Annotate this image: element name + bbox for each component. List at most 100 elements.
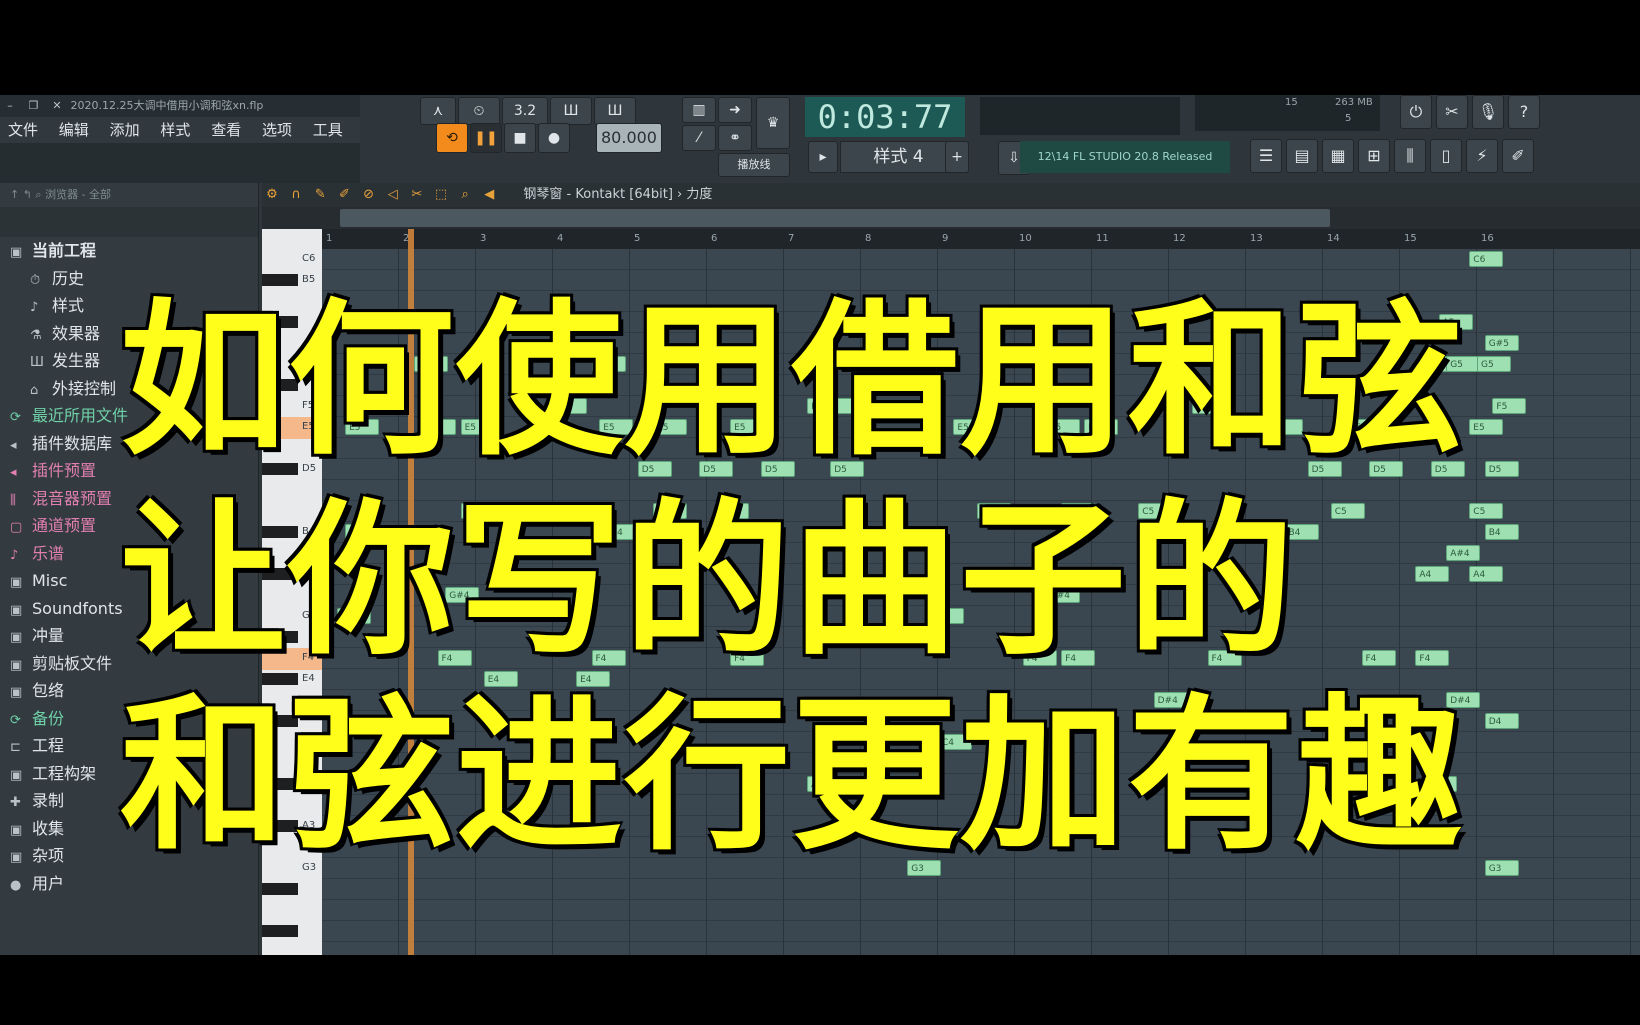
bar-number: 7 <box>788 233 795 244</box>
browser-item-label: 用户 <box>32 873 65 893</box>
pattern-selector[interactable]: 样式 4 <box>840 141 957 173</box>
browser-item-label: 当前工程 <box>32 241 97 260</box>
browser-item-label: 剪贴板文件 <box>32 653 113 673</box>
menu-edit[interactable]: 编辑 <box>59 121 89 139</box>
piano-roll-target[interactable]: 力度 <box>686 187 712 202</box>
piano-icon[interactable]: ▥ <box>682 97 716 123</box>
user-icon: ● <box>10 877 22 893</box>
piano-roll-icon[interactable]: ▦ <box>1322 139 1354 173</box>
news-panel[interactable]: 12\14 FL STUDIO 20.8 Released <box>1020 141 1230 173</box>
channel-rack-icon[interactable]: ▤ <box>1286 139 1318 173</box>
title-bar: – ❐ ✕ 2020.12.25大调中借用小调和弦xn.flp <box>0 95 360 117</box>
play-pause-button[interactable]: ❚❚ <box>470 123 502 153</box>
menu-tools[interactable]: 工具 <box>313 121 343 139</box>
browser-header: ↑ ↰ ⌕ 浏览器 - 全部 <box>10 188 112 201</box>
history-icon: ⏱ <box>30 272 41 288</box>
record-button[interactable]: ● <box>538 123 570 153</box>
bar-number: 9 <box>942 233 949 244</box>
gen-icon: Ш <box>30 355 44 370</box>
power-icon[interactable]: ⏻ <box>1400 95 1432 129</box>
browser-item-label: 样式 <box>52 296 85 315</box>
ctrl-icon: ⌂ <box>30 382 39 398</box>
bar-number: 12 <box>1173 233 1186 244</box>
folder-icon: ▣ <box>10 575 23 590</box>
scrollbar-thumb[interactable] <box>340 209 1330 227</box>
loop-record-icon[interactable]: Ш <box>550 97 592 125</box>
delete-tool-icon[interactable]: ⊘ <box>359 183 379 207</box>
tempo-tap-icon[interactable]: ✐ <box>1502 139 1534 173</box>
browser-icon[interactable]: ⊞ <box>1358 139 1390 173</box>
browser-item-label: 杂项 <box>32 846 65 865</box>
pattern-add-icon[interactable]: + <box>945 141 969 173</box>
browser-item-label: 乐谱 <box>32 543 65 563</box>
recent-icon: ⟳ <box>10 712 21 728</box>
plugin-icon[interactable]: ⚡ <box>1466 139 1498 173</box>
speaker-icon[interactable]: ◀ <box>479 183 499 207</box>
select-tool-icon[interactable]: ⬚ <box>431 183 451 207</box>
close-icon[interactable]: ✕ <box>47 95 67 117</box>
file-icon[interactable]: ▯ <box>1430 139 1462 173</box>
note-icon: ♪ <box>10 547 19 563</box>
bar-number: 5 <box>634 233 641 244</box>
memory-readout: 263 MB <box>1335 97 1373 108</box>
blend-record-icon[interactable]: Ш <box>594 97 636 125</box>
bar-number: 4 <box>557 233 564 244</box>
folder-icon: ▣ <box>10 245 23 260</box>
wait-input-icon[interactable]: ⏲ <box>458 97 500 125</box>
stop-button[interactable]: ■ <box>504 123 536 153</box>
metronome-icon[interactable]: ⋏ <box>420 97 456 125</box>
menu-patterns[interactable]: 样式 <box>160 121 190 139</box>
browser-item-label: 包络 <box>32 681 65 700</box>
browser-item-label: 发生器 <box>52 351 101 370</box>
browser-item-label: 备份 <box>32 708 65 728</box>
bar-number: 13 <box>1250 233 1263 244</box>
wrench-icon[interactable]: ⚙ <box>262 183 282 207</box>
menu-view[interactable]: 查看 <box>211 121 241 139</box>
link-icon[interactable]: ⚭ <box>718 125 752 151</box>
browser-item-label: 录制 <box>32 791 65 810</box>
menu-file[interactable]: 文件 <box>8 121 38 139</box>
bar-number: 16 <box>1481 233 1494 244</box>
snap-selector[interactable]: 播放线 <box>718 153 790 177</box>
browser-item-label: 外接控制 <box>52 378 117 398</box>
magnet-icon[interactable]: ∩ <box>286 183 306 207</box>
bar-number: 1 <box>326 233 333 244</box>
browser-item-label: 插件数据库 <box>32 433 113 453</box>
mixer-icon: ⫼ <box>10 492 16 508</box>
mute-tool-icon[interactable]: ◁ <box>383 183 403 207</box>
playlist-icon[interactable]: ☰ <box>1250 139 1282 173</box>
song-time-display[interactable]: 0:03:77 <box>805 97 965 137</box>
mixer-icon[interactable]: ⫼ <box>1394 139 1426 173</box>
headline-line-3: 和弦进行更加有趣 <box>120 680 1464 873</box>
pencil-icon[interactable]: ⁄ <box>682 125 716 151</box>
project-file-title: 2020.12.25大调中借用小调和弦xn.flp <box>70 99 264 112</box>
pattern-prev-icon[interactable]: ▸ <box>808 141 838 173</box>
performance-meter: 15 263 MB 5 <box>1195 95 1380 131</box>
user-icon[interactable]: ♛ <box>756 97 790 149</box>
zoom-tool-icon[interactable]: ⌕ <box>455 183 475 207</box>
window-tools: ☰ ▤ ▦ ⊞ ⫼ ▯ ⚡ ✐ <box>1250 139 1538 179</box>
record-icon: ✚ <box>10 795 21 810</box>
cut-icon[interactable]: ✂ <box>1436 95 1468 129</box>
bar-number: 11 <box>1096 233 1109 244</box>
restore-icon[interactable]: ❐ <box>24 95 44 117</box>
minimize-icon[interactable]: – <box>0 95 20 117</box>
top-right-tools: ⏻ ✂ 🎙? <box>1400 95 1544 135</box>
arrow-right-icon[interactable]: ➜ <box>718 97 752 123</box>
step-mode-button[interactable]: 3.2 <box>502 97 548 125</box>
slice-tool-icon[interactable]: ✂ <box>407 183 427 207</box>
menu-options[interactable]: 选项 <box>262 121 292 139</box>
pencil-tool-icon[interactable]: ✎ <box>310 183 330 207</box>
bar-number: 3 <box>480 233 487 244</box>
mic-icon[interactable]: 🎙 <box>1472 95 1504 129</box>
tempo-display[interactable]: 80.000 <box>596 123 662 153</box>
browser-item-label: 工程构架 <box>32 763 97 783</box>
help-icon[interactable]: ? <box>1508 95 1540 129</box>
brush-icon[interactable]: ✐ <box>334 183 354 207</box>
black-key[interactable] <box>262 883 298 895</box>
pattern-song-toggle[interactable]: ⟲ <box>436 123 468 153</box>
black-key[interactable] <box>262 925 298 937</box>
fx-icon: ⚗ <box>30 327 42 343</box>
menu-add[interactable]: 添加 <box>110 121 140 139</box>
browser-item-label: 通道预置 <box>32 516 97 535</box>
